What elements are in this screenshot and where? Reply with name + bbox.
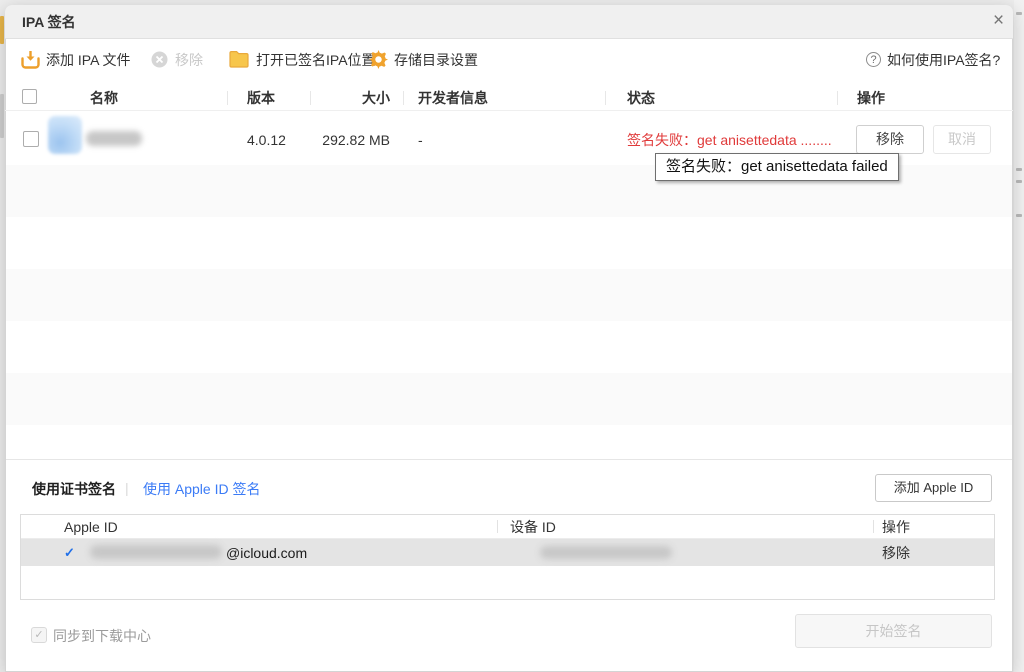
- open-signed-location-button[interactable]: 打开已签名IPA位置: [256, 53, 376, 67]
- gear-icon: [369, 50, 388, 69]
- sign-status: 签名失败：get anisettedata ........: [627, 133, 832, 147]
- column-separator: [497, 520, 498, 533]
- title-bar: [5, 5, 1013, 39]
- col-status: 状态: [627, 91, 655, 105]
- help-link[interactable]: 如何使用IPA签名?: [887, 53, 1000, 67]
- background-artifact: [1016, 180, 1022, 183]
- background-artifact: [0, 16, 4, 44]
- row-cancel-button[interactable]: 取消: [933, 125, 991, 154]
- row-checkbox[interactable]: [23, 131, 39, 147]
- col-name: 名称: [90, 91, 118, 105]
- background-artifact: [1016, 214, 1022, 217]
- background-strip: [1014, 0, 1024, 672]
- select-all-checkbox[interactable]: [22, 89, 37, 104]
- folder-icon: [229, 50, 249, 68]
- col-appleid-action: 操作: [882, 520, 910, 534]
- sync-label: 同步到下载中心: [53, 629, 151, 643]
- col-action: 操作: [857, 91, 885, 105]
- storage-settings-button[interactable]: 存储目录设置: [394, 53, 478, 67]
- empty-row-stripe: [6, 269, 1012, 321]
- background-artifact: [1016, 12, 1022, 15]
- redacted-device-id: [540, 546, 672, 559]
- redacted-apple-id: [90, 545, 222, 559]
- remove-circle-icon: [151, 51, 168, 68]
- column-separator: [837, 91, 838, 105]
- background-artifact: [0, 94, 4, 138]
- background-artifact: [1016, 168, 1022, 171]
- selected-check-icon: ✓: [64, 545, 75, 561]
- screenshot-root: IPA 签名 × 添加 IPA 文件 移除 打开已签名IPA位置 存储目录设置 …: [0, 0, 1024, 672]
- column-separator: [873, 520, 874, 533]
- col-size: 大小: [330, 91, 390, 105]
- column-separator: [403, 91, 404, 105]
- col-version: 版本: [247, 91, 275, 105]
- app-icon: [48, 116, 82, 154]
- tab-separator: |: [125, 481, 129, 495]
- column-separator: [605, 91, 606, 105]
- app-version: 4.0.12: [247, 133, 286, 147]
- tab-apple-id-signing[interactable]: 使用 Apple ID 签名: [143, 482, 260, 496]
- col-device-id: 设备 ID: [510, 520, 556, 534]
- col-apple-id: Apple ID: [64, 520, 118, 534]
- app-developer: -: [418, 133, 423, 147]
- redacted-app-name: [86, 131, 142, 146]
- empty-row-stripe: [6, 373, 1012, 425]
- column-separator: [310, 91, 311, 105]
- column-separator: [227, 91, 228, 105]
- status-tooltip: 签名失败：get anisettedata failed: [655, 153, 899, 181]
- close-icon[interactable]: ×: [993, 11, 1004, 30]
- dialog-title: IPA 签名: [22, 15, 76, 29]
- app-size: 292.82 MB: [300, 133, 390, 147]
- import-ipa-icon: [20, 49, 41, 70]
- help-circle-icon: ?: [866, 52, 881, 67]
- col-developer: 开发者信息: [418, 91, 488, 105]
- add-apple-id-button[interactable]: 添加 Apple ID: [875, 474, 992, 502]
- tab-certificate-signing[interactable]: 使用证书签名: [32, 482, 116, 496]
- sync-checkbox[interactable]: ✓: [31, 627, 47, 643]
- remove-button[interactable]: 移除: [175, 53, 203, 67]
- start-signing-button[interactable]: 开始签名: [795, 614, 992, 648]
- row-remove-button[interactable]: 移除: [856, 125, 924, 154]
- apple-id-remove-button[interactable]: 移除: [882, 546, 910, 560]
- apple-id-suffix: @icloud.com: [226, 546, 307, 560]
- section-divider: [6, 459, 1012, 460]
- header-divider: [5, 110, 1013, 111]
- add-ipa-button[interactable]: 添加 IPA 文件: [46, 53, 131, 67]
